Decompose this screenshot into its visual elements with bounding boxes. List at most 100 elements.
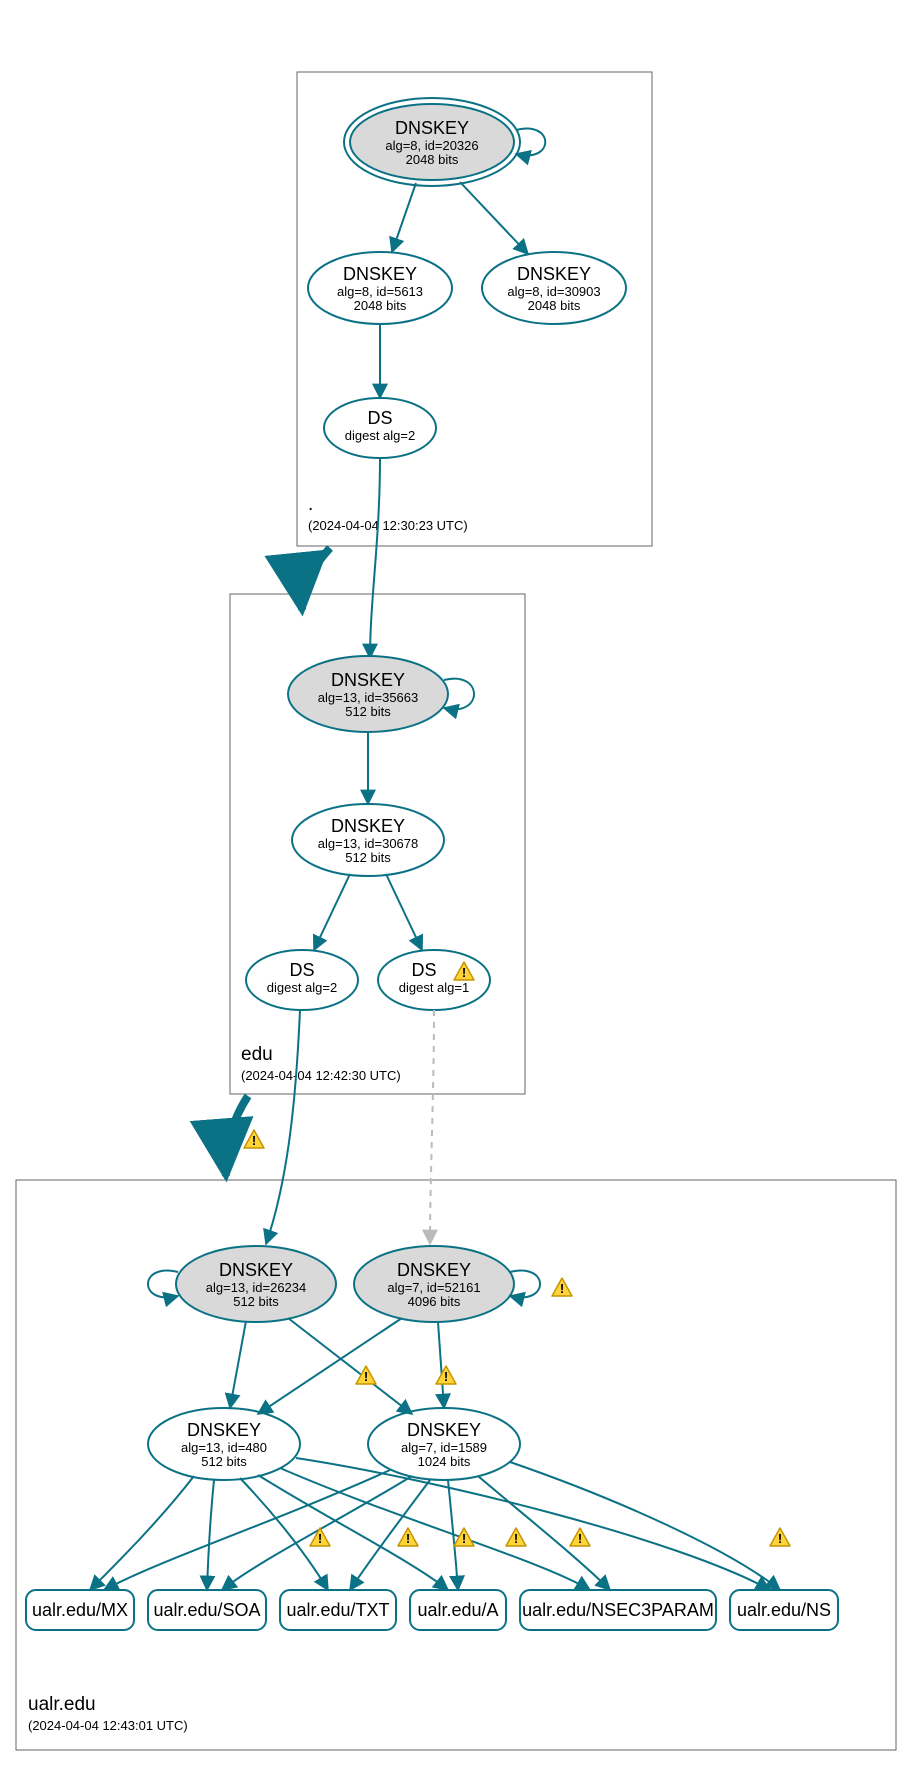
svg-text:alg=7, id=1589: alg=7, id=1589 bbox=[401, 1440, 487, 1455]
svg-text:ualr.edu/MX: ualr.edu/MX bbox=[32, 1600, 128, 1620]
dnssec-graph: . (2024-04-04 12:30:23 UTC) edu (2024-04… bbox=[0, 0, 916, 1772]
edge-zsk1-soa bbox=[207, 1480, 214, 1590]
warning-icon: ! bbox=[244, 1130, 264, 1148]
warning-icon: ! bbox=[310, 1528, 330, 1546]
svg-text:alg=13, id=26234: alg=13, id=26234 bbox=[206, 1280, 306, 1295]
edge-ksk2-zsk1 bbox=[258, 1318, 402, 1414]
node-edu-zsk[interactable]: DNSKEY alg=13, id=30678 512 bits bbox=[292, 804, 444, 876]
edge-zsk2-nsec bbox=[478, 1476, 610, 1590]
edge-zsk1-txt bbox=[240, 1478, 328, 1590]
svg-text:alg=8, id=30903: alg=8, id=30903 bbox=[507, 284, 600, 299]
svg-text:alg=13, id=35663: alg=13, id=35663 bbox=[318, 690, 418, 705]
svg-text:ualr.edu/NS: ualr.edu/NS bbox=[737, 1600, 831, 1620]
svg-text:DNSKEY: DNSKEY bbox=[331, 670, 405, 690]
warning-icon: ! bbox=[436, 1366, 456, 1384]
node-rr-a[interactable]: ualr.edu/A bbox=[410, 1590, 506, 1630]
node-root-ksk[interactable]: DNSKEY alg=8, id=20326 2048 bits bbox=[344, 98, 520, 186]
svg-text:DNSKEY: DNSKEY bbox=[219, 1260, 293, 1280]
svg-text:digest alg=1: digest alg=1 bbox=[399, 980, 469, 995]
warning-icon: ! bbox=[506, 1528, 526, 1546]
warning-icon: ! bbox=[552, 1278, 572, 1296]
node-rr-mx[interactable]: ualr.edu/MX bbox=[26, 1590, 134, 1630]
svg-text:DNSKEY: DNSKEY bbox=[407, 1420, 481, 1440]
svg-text:512 bits: 512 bits bbox=[201, 1454, 247, 1469]
edge-delegation-root-edu bbox=[302, 548, 330, 610]
zone-edu-timestamp: (2024-04-04 12:42:30 UTC) bbox=[241, 1068, 401, 1083]
svg-text:alg=7, id=52161: alg=7, id=52161 bbox=[387, 1280, 480, 1295]
svg-text:!: ! bbox=[462, 965, 466, 980]
node-edu-ksk[interactable]: DNSKEY alg=13, id=35663 512 bits bbox=[288, 656, 448, 732]
edge-ualrksk1-selfloop bbox=[148, 1271, 178, 1298]
node-rr-txt[interactable]: ualr.edu/TXT bbox=[280, 1590, 396, 1630]
edge-eduzsk-ds2 bbox=[386, 874, 422, 950]
edge-ksk2-zsk2 bbox=[438, 1322, 444, 1408]
svg-text:DS: DS bbox=[367, 408, 392, 428]
zone-ualr-timestamp: (2024-04-04 12:43:01 UTC) bbox=[28, 1718, 188, 1733]
edge-delegation-edu-ualr bbox=[226, 1096, 248, 1176]
edge-eduds2-ualrksk2 bbox=[430, 1010, 434, 1244]
edge-zsk1-nsec bbox=[280, 1468, 590, 1590]
node-ualr-zsk2[interactable]: DNSKEY alg=7, id=1589 1024 bits bbox=[368, 1408, 520, 1480]
node-ualr-zsk1[interactable]: DNSKEY alg=13, id=480 512 bits bbox=[148, 1408, 300, 1480]
svg-text:2048 bits: 2048 bits bbox=[528, 298, 581, 313]
svg-text:512 bits: 512 bits bbox=[345, 850, 391, 865]
svg-text:alg=8, id=5613: alg=8, id=5613 bbox=[337, 284, 423, 299]
svg-text:alg=13, id=30678: alg=13, id=30678 bbox=[318, 836, 418, 851]
svg-text:!: ! bbox=[514, 1531, 518, 1546]
zone-ualr-label: ualr.edu bbox=[28, 1694, 96, 1715]
svg-text:!: ! bbox=[560, 1281, 564, 1296]
node-rr-ns[interactable]: ualr.edu/NS bbox=[730, 1590, 838, 1630]
svg-text:512 bits: 512 bits bbox=[233, 1294, 279, 1309]
node-ualr-ksk1[interactable]: DNSKEY alg=13, id=26234 512 bits bbox=[176, 1246, 336, 1322]
svg-text:512 bits: 512 bits bbox=[345, 704, 391, 719]
svg-text:!: ! bbox=[578, 1531, 582, 1546]
svg-text:DNSKEY: DNSKEY bbox=[187, 1420, 261, 1440]
svg-text:ualr.edu/TXT: ualr.edu/TXT bbox=[286, 1600, 389, 1620]
node-edu-ds1[interactable]: DS digest alg=2 bbox=[246, 950, 358, 1010]
svg-text:2048 bits: 2048 bits bbox=[354, 298, 407, 313]
node-root-zsk2[interactable]: DNSKEY alg=8, id=30903 2048 bits bbox=[482, 252, 626, 324]
svg-text:alg=8, id=20326: alg=8, id=20326 bbox=[385, 138, 478, 153]
warning-icon: ! bbox=[770, 1528, 790, 1546]
svg-text:!: ! bbox=[364, 1369, 368, 1384]
svg-text:2048 bits: 2048 bits bbox=[406, 152, 459, 167]
svg-text:DNSKEY: DNSKEY bbox=[517, 264, 591, 284]
edge-rootds-eduksk bbox=[370, 458, 380, 658]
svg-text:digest alg=2: digest alg=2 bbox=[267, 980, 337, 995]
svg-text:!: ! bbox=[462, 1531, 466, 1546]
node-ualr-ksk2[interactable]: DNSKEY alg=7, id=52161 4096 bits bbox=[354, 1246, 514, 1322]
node-rr-soa[interactable]: ualr.edu/SOA bbox=[148, 1590, 266, 1630]
node-root-zsk1[interactable]: DNSKEY alg=8, id=5613 2048 bits bbox=[308, 252, 452, 324]
svg-text:1024 bits: 1024 bits bbox=[418, 1454, 471, 1469]
svg-text:DNSKEY: DNSKEY bbox=[343, 264, 417, 284]
svg-text:alg=13, id=480: alg=13, id=480 bbox=[181, 1440, 267, 1455]
edge-rootksk-zsk2 bbox=[460, 182, 528, 254]
svg-text:!: ! bbox=[406, 1531, 410, 1546]
warning-icon: ! bbox=[454, 1528, 474, 1546]
edge-zsk1-ns bbox=[296, 1458, 770, 1590]
svg-text:ualr.edu/SOA: ualr.edu/SOA bbox=[153, 1600, 260, 1620]
svg-text:ualr.edu/A: ualr.edu/A bbox=[417, 1600, 498, 1620]
svg-text:4096 bits: 4096 bits bbox=[408, 1294, 461, 1309]
svg-text:DNSKEY: DNSKEY bbox=[397, 1260, 471, 1280]
warning-icon: ! bbox=[356, 1366, 376, 1384]
svg-text:!: ! bbox=[318, 1531, 322, 1546]
node-root-ds[interactable]: DS digest alg=2 bbox=[324, 398, 436, 458]
svg-text:digest alg=2: digest alg=2 bbox=[345, 428, 415, 443]
warning-icon: ! bbox=[570, 1528, 590, 1546]
svg-text:DS: DS bbox=[411, 960, 436, 980]
edge-eduzsk-ds1 bbox=[314, 874, 350, 950]
warning-icon: ! bbox=[398, 1528, 418, 1546]
svg-text:ualr.edu/NSEC3PARAM: ualr.edu/NSEC3PARAM bbox=[522, 1600, 714, 1620]
edge-ksk1-zsk2 bbox=[288, 1318, 412, 1414]
svg-text:!: ! bbox=[252, 1133, 256, 1148]
svg-text:DS: DS bbox=[289, 960, 314, 980]
zone-edu-label: edu bbox=[241, 1044, 273, 1065]
edge-ksk1-zsk1 bbox=[230, 1321, 246, 1408]
zone-root-label: . bbox=[308, 494, 313, 515]
zone-root-timestamp: (2024-04-04 12:30:23 UTC) bbox=[308, 518, 468, 533]
edge-rootksk-zsk1 bbox=[392, 183, 416, 252]
node-rr-nsec[interactable]: ualr.edu/NSEC3PARAM bbox=[520, 1590, 716, 1630]
svg-text:!: ! bbox=[444, 1369, 448, 1384]
svg-text:DNSKEY: DNSKEY bbox=[395, 118, 469, 138]
